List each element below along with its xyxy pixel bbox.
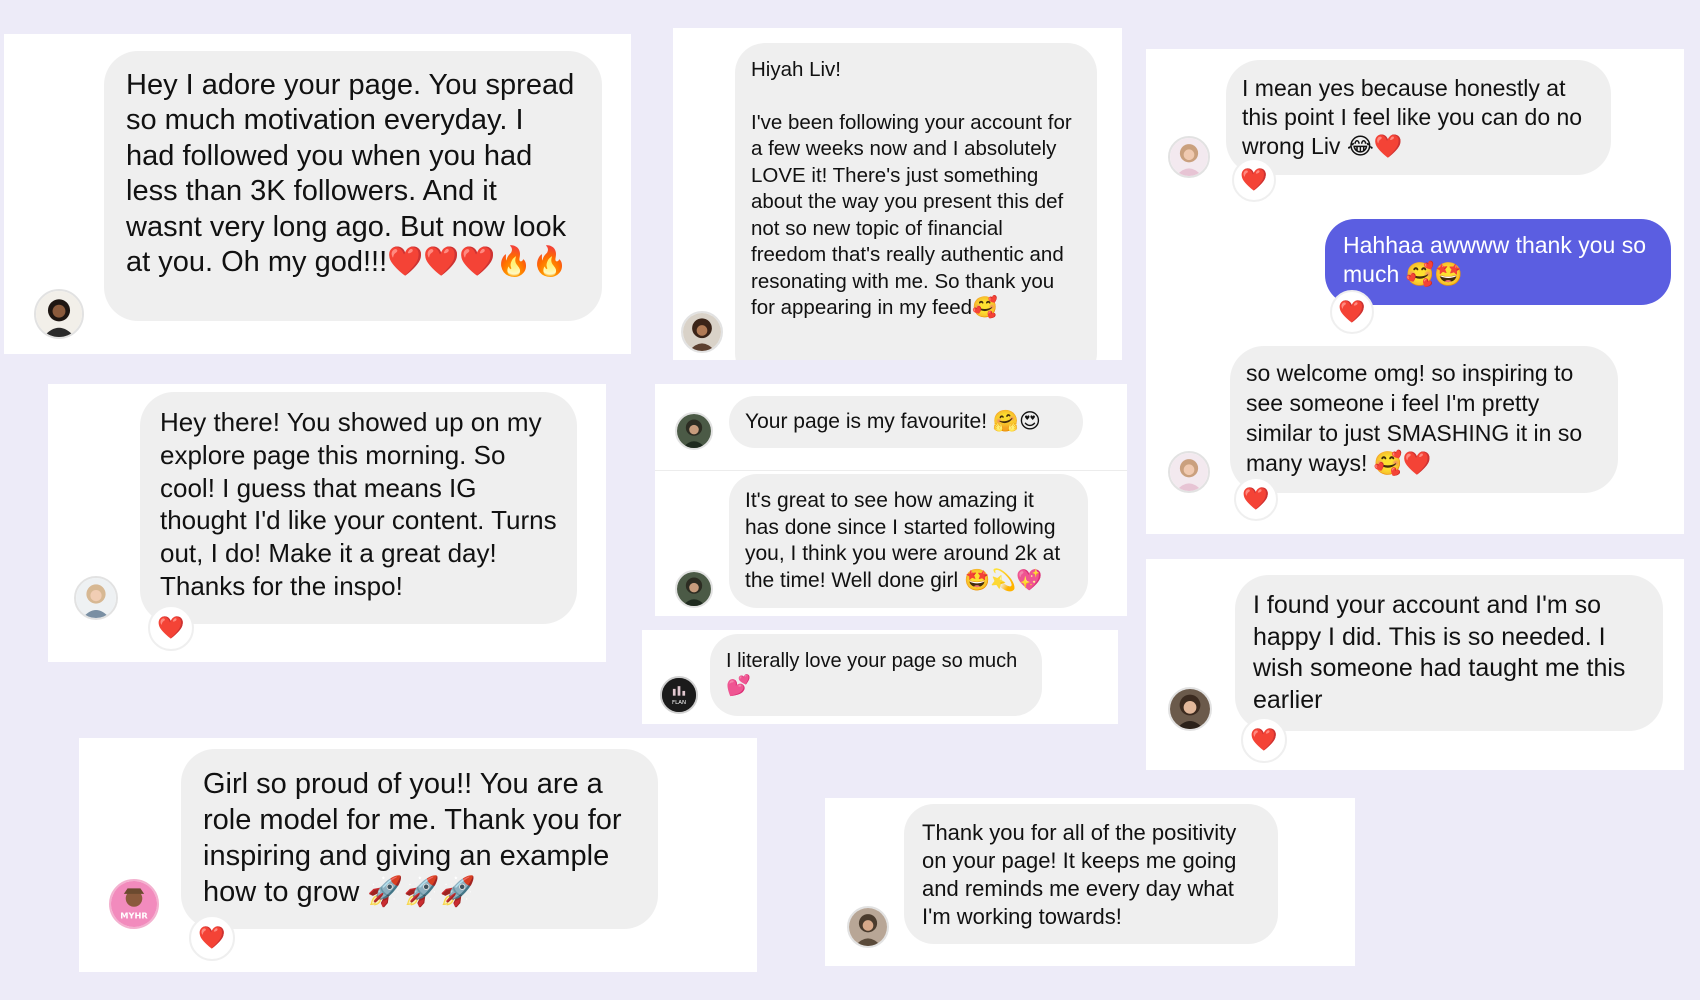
message-bubble[interactable]: Hiyah Liv! I've been following your acco…: [735, 43, 1097, 360]
avatar[interactable]: FLAN: [660, 676, 698, 714]
message-bubble[interactable]: I literally love your page so much 💕: [710, 634, 1042, 716]
message-bubble-sent[interactable]: Hahhaa awwww thank you so much 🥰🤩: [1325, 219, 1671, 305]
avatar[interactable]: [681, 311, 723, 353]
message-card: Hey I adore your page. You spread so muc…: [4, 34, 631, 354]
avatar[interactable]: [1168, 687, 1212, 731]
avatar-photo-icon: [76, 578, 116, 618]
message-card: Girl so proud of you!! You are a role mo…: [79, 738, 757, 972]
message-bubble[interactable]: Girl so proud of you!! You are a role mo…: [181, 749, 658, 929]
avatar-photo-icon: [1170, 453, 1208, 491]
heart-reaction-icon[interactable]: ❤️: [189, 915, 235, 961]
message-bubble[interactable]: I found your account and I'm so happy I …: [1235, 575, 1663, 731]
planner-logo-icon: FLAN: [662, 678, 696, 712]
avatar[interactable]: [74, 576, 118, 620]
message-bubble[interactable]: Hey I adore your page. You spread so muc…: [104, 51, 602, 321]
message-card: Hey there! You showed up on my explore p…: [48, 384, 606, 662]
heart-reaction-icon[interactable]: ❤️: [1232, 158, 1276, 202]
heart-reaction-icon[interactable]: ❤️: [1241, 717, 1287, 763]
avatar-photo-icon: [36, 291, 82, 337]
avatar-photo-icon: [1170, 138, 1208, 176]
conversation-card: Your page is my favourite! 🤗😍 It's great…: [655, 384, 1127, 616]
avatar[interactable]: [1168, 451, 1210, 493]
message-card: I literally love your page so much 💕 FLA…: [642, 630, 1118, 724]
message-bubble[interactable]: Hey there! You showed up on my explore p…: [140, 392, 577, 624]
divider: [655, 470, 1127, 471]
message-card: Hiyah Liv! I've been following your acco…: [673, 28, 1122, 360]
conversation-card: I mean yes because honestly at this poin…: [1146, 49, 1684, 534]
heart-reaction-icon[interactable]: ❤️: [148, 605, 194, 651]
avatar-photo-icon: [683, 313, 721, 351]
myhr-logo-icon: MYHR: [111, 881, 157, 927]
avatar[interactable]: [847, 906, 889, 948]
heart-reaction-icon[interactable]: ❤️: [1234, 477, 1278, 521]
avatar[interactable]: [675, 570, 713, 608]
message-bubble[interactable]: It's great to see how amazing it has don…: [729, 474, 1088, 608]
message-bubble[interactable]: so welcome omg! so inspiring to see some…: [1230, 346, 1618, 493]
message-bubble[interactable]: I mean yes because honestly at this poin…: [1226, 60, 1611, 175]
avatar[interactable]: [1168, 136, 1210, 178]
myhr-logo-text: MYHR: [120, 911, 148, 921]
heart-reaction-icon[interactable]: ❤️: [1330, 290, 1374, 334]
message-bubble[interactable]: Thank you for all of the positivity on y…: [904, 804, 1278, 944]
avatar[interactable]: MYHR: [109, 879, 159, 929]
avatar-photo-icon: [849, 908, 887, 946]
message-card: I found your account and I'm so happy I …: [1146, 559, 1684, 770]
avatar[interactable]: [34, 289, 84, 339]
planner-logo-text: FLAN: [672, 700, 686, 706]
avatar-photo-icon: [677, 414, 711, 448]
message-card: Thank you for all of the positivity on y…: [825, 798, 1355, 966]
avatar-photo-icon: [677, 572, 711, 606]
message-bubble[interactable]: Your page is my favourite! 🤗😍: [729, 396, 1083, 448]
avatar[interactable]: [675, 412, 713, 450]
avatar-photo-icon: [1170, 689, 1210, 729]
